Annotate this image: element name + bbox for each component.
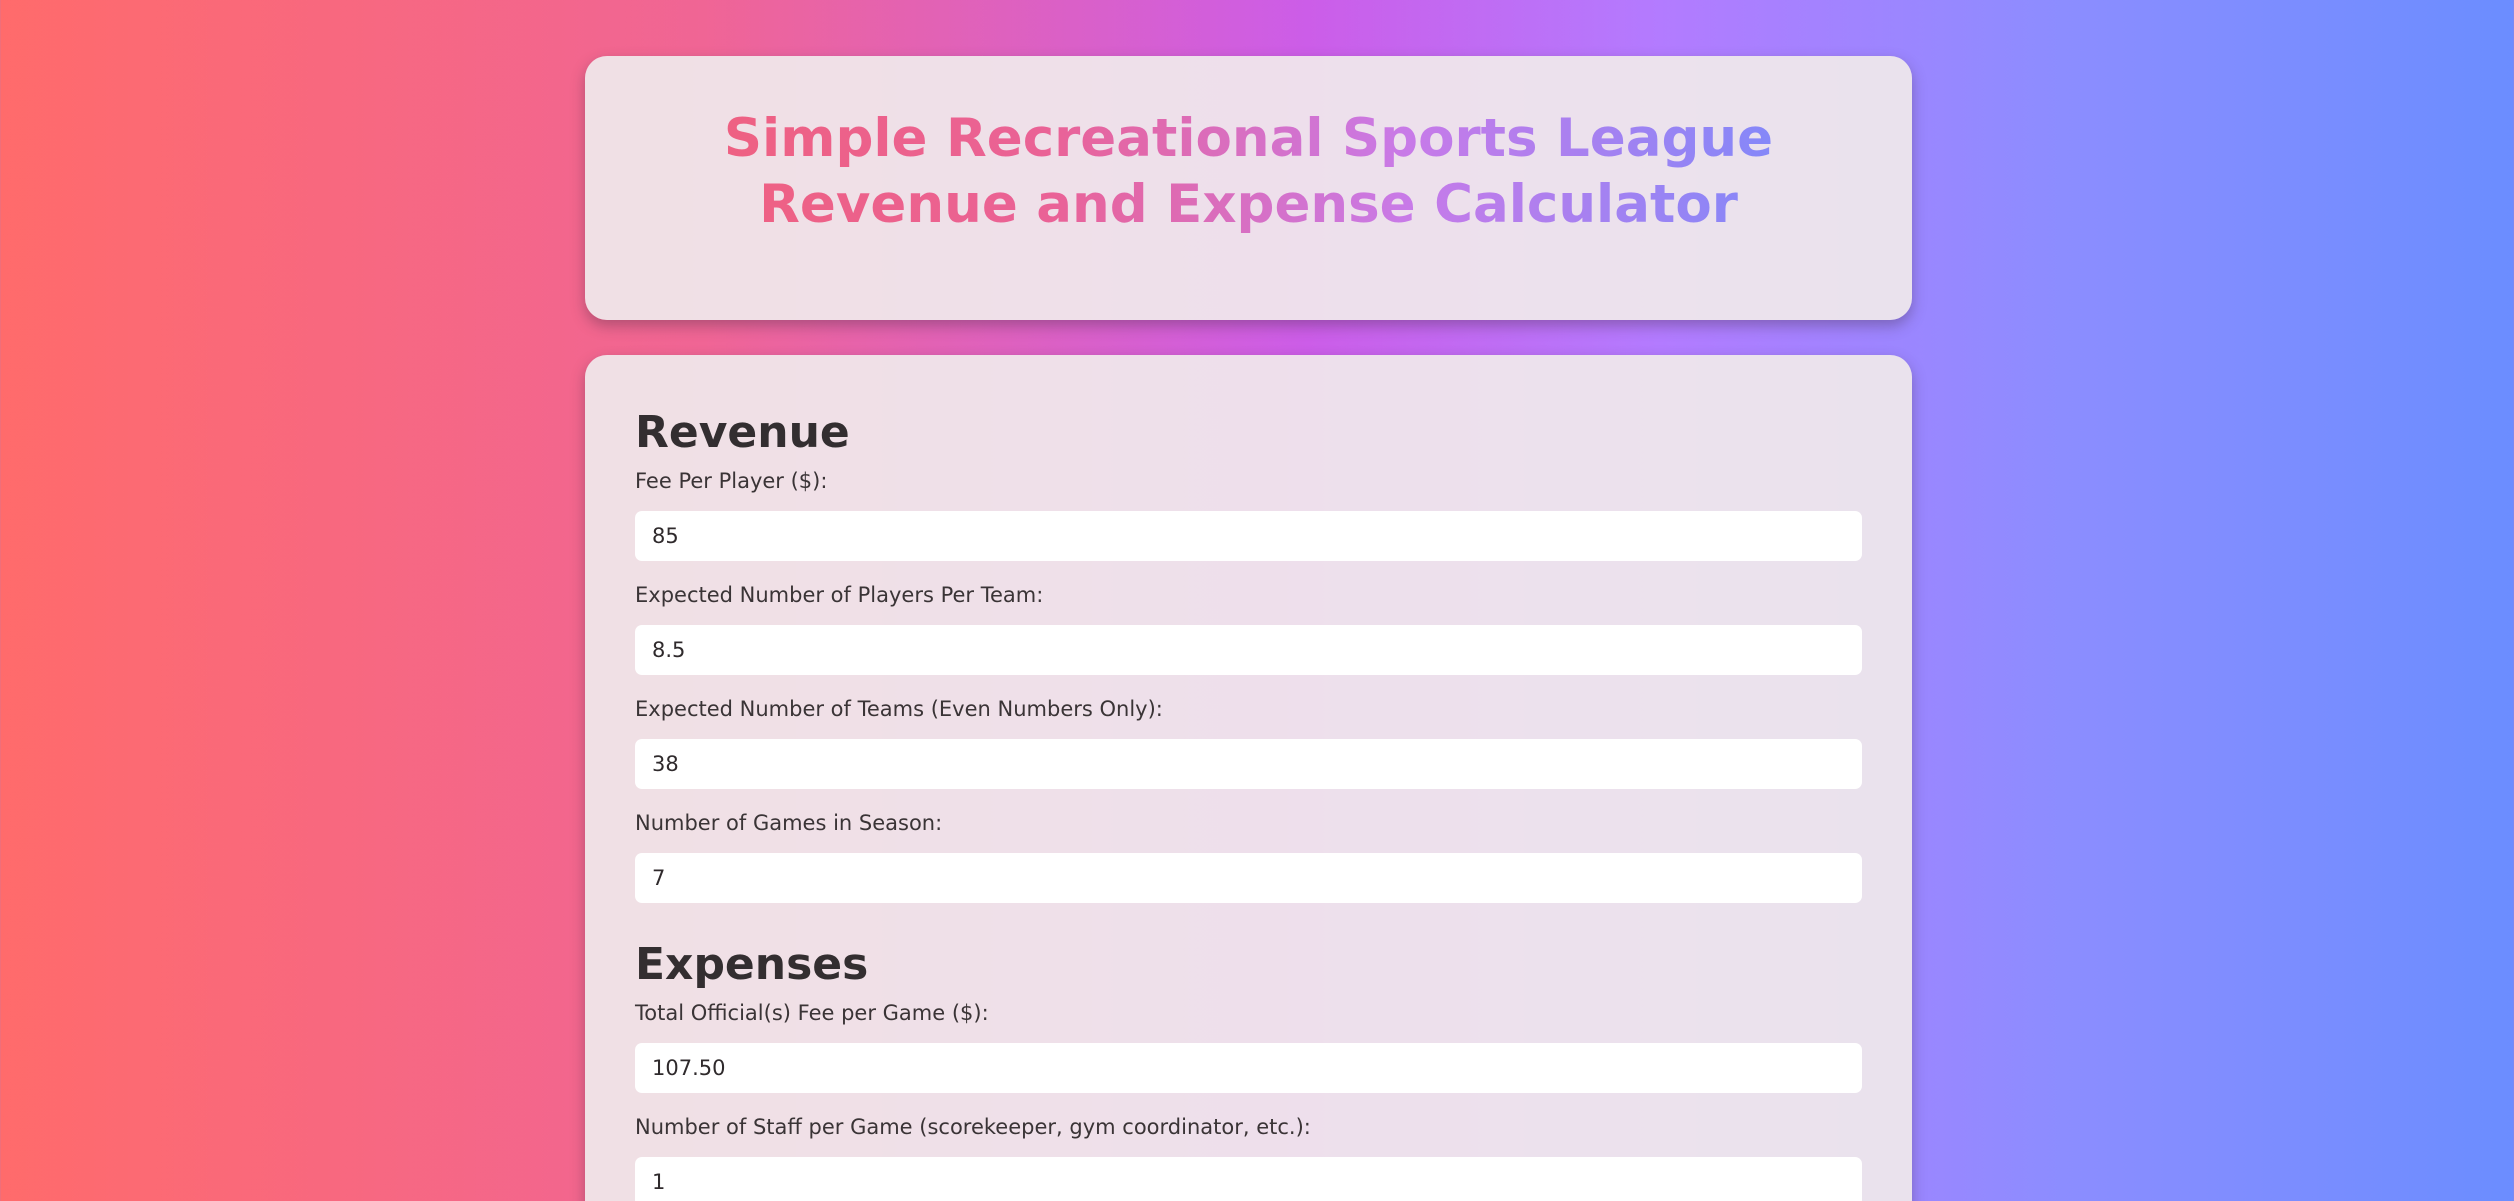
official-fee-label: Total Official(s) Fee per Game ($):: [635, 1001, 989, 1025]
number-of-teams-label: Expected Number of Teams (Even Numbers O…: [635, 697, 1163, 721]
games-in-season-label: Number of Games in Season:: [635, 811, 943, 835]
header-card: Simple Recreational Sports League Revenu…: [585, 56, 1912, 320]
fee-per-player-input[interactable]: [635, 511, 1862, 561]
page-title: Simple Recreational Sports League Revenu…: [585, 106, 1912, 238]
revenue-heading: Revenue: [635, 407, 850, 458]
games-in-season-input[interactable]: [635, 853, 1862, 903]
number-of-teams-input[interactable]: [635, 739, 1862, 789]
players-per-team-label: Expected Number of Players Per Team:: [635, 583, 1044, 607]
official-fee-input[interactable]: [635, 1043, 1862, 1093]
expenses-heading: Expenses: [635, 939, 869, 990]
calculator-form-card: Revenue Fee Per Player ($): Expected Num…: [585, 355, 1912, 1201]
staff-per-game-input[interactable]: [635, 1157, 1862, 1201]
fee-per-player-label: Fee Per Player ($):: [635, 469, 828, 493]
players-per-team-input[interactable]: [635, 625, 1862, 675]
staff-per-game-label: Number of Staff per Game (scorekeeper, g…: [635, 1115, 1311, 1139]
